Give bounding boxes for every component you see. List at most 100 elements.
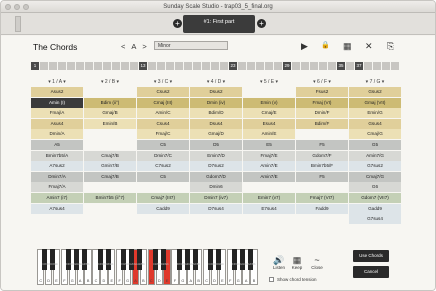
black-key[interactable]: G#/Ab	[129, 249, 137, 270]
play-icon[interactable]: ▶	[301, 41, 308, 51]
chord-cell[interactable]: C5	[137, 139, 189, 150]
chord-cell[interactable]: Csus2	[137, 87, 189, 97]
black-key[interactable]: C#/Db	[97, 249, 106, 270]
measure-cell[interactable]	[157, 62, 165, 70]
measure-cell[interactable]	[220, 62, 228, 70]
listen-control[interactable]: 🔊 Listen	[269, 255, 289, 270]
black-key[interactable]: D#/Eb	[216, 249, 224, 270]
measure-cell[interactable]: 1	[31, 62, 39, 70]
chord-cell[interactable]: Fmaj7/E	[243, 150, 295, 161]
chord-cell[interactable]: Bmin7b5/F	[296, 161, 348, 172]
column-header[interactable]: ▾ 5 / E ▾	[243, 78, 295, 87]
chord-cell[interactable]: G7sus4	[349, 214, 401, 225]
chord-cell[interactable]: Amin/C	[137, 108, 189, 119]
measure-cell[interactable]	[211, 62, 219, 70]
measure-cell[interactable]	[247, 62, 255, 70]
chord-cell[interactable]: Emin (v)	[243, 97, 295, 108]
measure-cell[interactable]	[148, 62, 156, 70]
measure-cell[interactable]	[121, 62, 129, 70]
black-key[interactable]: A#/Bb	[81, 249, 90, 270]
measure-cell[interactable]	[85, 62, 93, 70]
measure-cell[interactable]	[256, 62, 264, 70]
chord-cell[interactable]: Gmaj/D	[190, 129, 242, 140]
chord-cell[interactable]: A7sus4	[31, 203, 83, 214]
chord-cell[interactable]: Gdom7/D	[190, 171, 242, 182]
sidebar-toggle[interactable]	[15, 16, 21, 32]
chord-cell[interactable]: Gmaj (VII)	[349, 97, 401, 108]
keep-control[interactable]: ▦ Keep	[287, 255, 307, 270]
measure-cell[interactable]: 37	[355, 62, 363, 70]
black-key[interactable]: C#/Db	[208, 249, 216, 270]
prev-key-button[interactable]: <	[121, 42, 125, 51]
chord-cell[interactable]: Bmin7b5/A	[31, 150, 83, 161]
tension-checkbox[interactable]	[269, 277, 274, 282]
chord-cell[interactable]: Gmin7/B	[84, 161, 136, 172]
chord-cell[interactable]: E5	[243, 139, 295, 150]
measure-cell[interactable]	[193, 62, 201, 70]
black-key[interactable]: D#/Eb	[160, 249, 169, 270]
chord-cell[interactable]: C7sus2	[137, 161, 189, 172]
chord-cell[interactable]: Amin7 (i7)	[31, 192, 83, 203]
measure-cell[interactable]	[94, 62, 102, 70]
chord-cell[interactable]: Cmaj/G	[349, 129, 401, 140]
grid-icon[interactable]: ▦	[343, 41, 352, 51]
chord-cell[interactable]: Dmin7/C	[137, 150, 189, 161]
chord-cell[interactable]: Fmaj/C	[137, 129, 189, 140]
measure-cell[interactable]	[274, 62, 282, 70]
measure-cell[interactable]: 29	[283, 62, 291, 70]
measure-cell[interactable]	[364, 62, 372, 70]
chord-cell[interactable]: Amin7/E	[243, 161, 295, 172]
measure-cell[interactable]: 35	[337, 62, 345, 70]
chord-cell[interactable]: Asus4	[31, 118, 83, 129]
chord-cell[interactable]: Amin7/E	[243, 171, 295, 182]
chord-cell[interactable]: Fmaj (VI)	[296, 97, 348, 108]
chord-cell[interactable]: Gdom7 (VII7)	[349, 192, 401, 203]
chord-cell[interactable]: Dmin/A	[31, 129, 83, 140]
chord-cell[interactable]: Gsus2	[349, 87, 401, 97]
chord-cell[interactable]: Cmaj/E	[243, 108, 295, 119]
chord-tension-toggle[interactable]: Show chord tension	[269, 277, 317, 282]
chord-cell[interactable]: Gdom7/F	[296, 150, 348, 161]
black-key[interactable]: F#/Gb	[232, 249, 240, 270]
measure-cell[interactable]	[310, 62, 318, 70]
chord-cell[interactable]: Cmaj (III)	[137, 97, 189, 108]
chord-cell[interactable]: G7sus2	[349, 161, 401, 172]
chord-cell[interactable]: G6	[349, 182, 401, 193]
close-control[interactable]: ~ Close	[307, 255, 327, 270]
chord-cell[interactable]: Amin (I)	[31, 97, 83, 108]
measure-cell[interactable]	[265, 62, 273, 70]
column-header[interactable]: ▾ 3 / C ▾	[137, 78, 189, 87]
cancel-button[interactable]: Cancel	[353, 266, 389, 278]
column-header[interactable]: ▾ 4 / D ▾	[190, 78, 242, 87]
chord-cell[interactable]: Dmin6	[190, 182, 242, 193]
measure-cell[interactable]	[346, 62, 354, 70]
black-key[interactable]: G#/Ab	[74, 249, 82, 270]
chord-cell[interactable]: Fsus2	[296, 87, 348, 97]
black-key[interactable]: G#/Ab	[184, 249, 193, 270]
chord-cell[interactable]: Bdim/D	[190, 108, 242, 119]
black-key[interactable]: C#/Db	[42, 249, 50, 270]
chord-cell[interactable]: Bdim (ii°)	[84, 97, 136, 108]
chord-cell[interactable]: Dmin (iv)	[190, 97, 242, 108]
chord-cell[interactable]: G5	[349, 139, 401, 150]
chord-cell[interactable]: Cmaj7/G	[349, 171, 401, 182]
measure-cell[interactable]	[130, 62, 138, 70]
measure-cell[interactable]	[202, 62, 210, 70]
measure-cell[interactable]	[319, 62, 327, 70]
black-key[interactable]: A#/Bb	[192, 249, 200, 270]
chord-cell[interactable]: Dmin7 (iv7)	[190, 192, 242, 203]
chord-cell[interactable]: Cmaj7/B	[84, 171, 136, 182]
measure-cell[interactable]	[175, 62, 183, 70]
use-chords-button[interactable]: Use Chords	[353, 250, 389, 262]
measure-cell[interactable]: 23	[229, 62, 237, 70]
measure-cell[interactable]	[76, 62, 84, 70]
measure-cell[interactable]	[166, 62, 174, 70]
column-header[interactable]: ▾ 2 / B ▾	[84, 78, 136, 87]
measure-cell[interactable]	[112, 62, 120, 70]
chord-cell[interactable]: F5	[296, 171, 348, 182]
chord-cell[interactable]: Dmin/F	[296, 108, 348, 119]
measure-cell[interactable]	[301, 62, 309, 70]
chord-cell[interactable]: Gadd9	[349, 203, 401, 214]
column-header[interactable]: ▾ 6 / F ▾	[296, 78, 348, 87]
black-key[interactable]: F#/Gb	[66, 249, 74, 270]
